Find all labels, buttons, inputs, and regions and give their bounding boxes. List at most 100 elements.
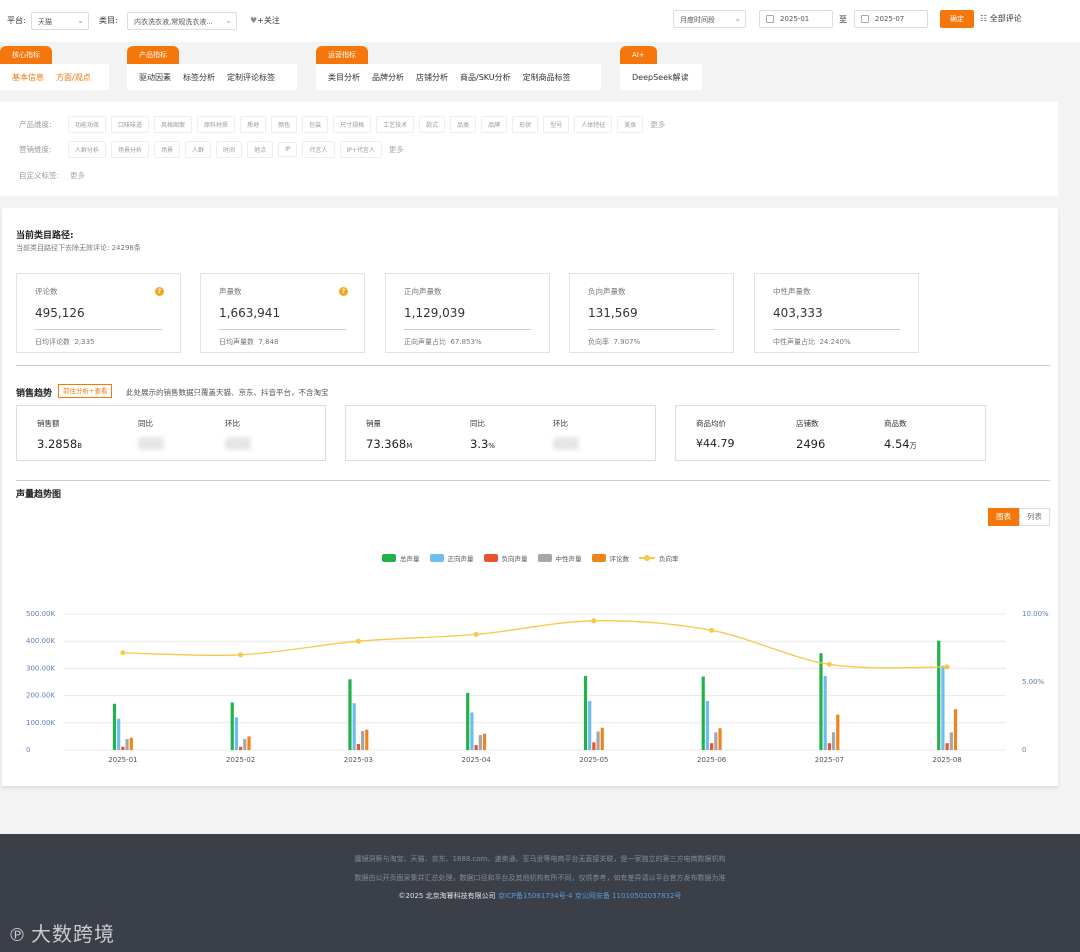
y2-tick-label: 5.00% [1022,678,1045,686]
dimension-chip[interactable]: 人体特征 [574,115,613,133]
chart-view-button[interactable]: 图表 [988,508,1019,526]
product-dimension-row: 产品维度: 功能功效 口味味道 风格图案 原料材质 质地 颜色 包装 尺寸规格 … [0,115,665,133]
dimension-chip[interactable]: 人群 [185,140,212,158]
bar-3 [239,746,243,750]
bar-4 [596,731,600,750]
nav-sku-analysis[interactable]: 商品/SKU分析 [460,72,511,83]
category-select[interactable]: 内衣洗衣液,常规洗衣液... ⌄ [127,12,237,30]
nav-drivers[interactable]: 驱动因素 [139,72,171,83]
negative-rate-point [709,627,715,633]
stat-sub: 日均评论数 2,335 [35,338,95,346]
nav-custom-review-tags[interactable]: 定制评论标签 [227,72,275,83]
police-link[interactable]: 京公网安备 11010502037832号 [575,892,682,900]
dimension-chip[interactable]: 功能功效 [68,115,107,133]
bar-4 [243,739,247,750]
platform-select[interactable]: 天猫 ⌄ [31,12,89,30]
dimension-chip[interactable]: 款式 [419,115,446,133]
dimension-chip[interactable]: 时间 [216,140,243,158]
more-link[interactable]: 更多 [70,170,85,181]
chevron-down-icon: ⌄ [77,16,84,25]
dimension-chip[interactable]: 地点 [247,140,274,158]
bar-2 [470,712,474,750]
bar-5 [953,709,958,750]
footer: 魔镜洞察与淘宝、天猫、京东、1688.com、速卖通、亚马逊等电商平台无直接关联… [0,834,1080,952]
filter-bar: 平台: 天猫 ⌄ 类目: 内衣洗衣液,常规洗衣液... ⌄ ♥+关注 月度时间段… [0,0,1080,42]
dimension-chip[interactable]: 颜色 [271,115,298,133]
bar-4 [360,730,365,750]
list-view-button[interactable]: 列表 [1019,508,1050,526]
chevron-down-icon: ⌄ [225,16,232,25]
bar-1 [348,679,352,750]
bar-2 [941,665,945,750]
icp-link[interactable]: 京ICP备15061734号-4 [498,892,573,900]
dimension-chip[interactable]: 原料材质 [197,115,236,133]
stat-label: 负向声量数 [588,287,626,296]
start-date-input[interactable]: 2025-01 [759,10,833,28]
dimension-chip[interactable]: 场景 [154,140,181,158]
follow-button[interactable]: ♥+关注 [250,15,280,26]
dimension-chip[interactable]: 口味味道 [111,115,150,133]
confirm-button[interactable]: 确定 [940,10,974,28]
bar-2 [234,717,239,750]
bar-2 [588,701,592,750]
help-icon[interactable]: ? [155,287,164,296]
dimension-chip[interactable]: 人群分析 [68,140,107,158]
negative-rate-point [120,650,126,656]
marketing-dimension-label: 营销维度: [19,144,52,154]
category-path-title: 当前类目路径: [16,231,74,241]
dimension-chip[interactable]: 品牌 [481,115,508,133]
more-link[interactable]: 更多 [389,144,404,155]
stat-card-neutral: 中性声量数 403,333 中性声量占比 24.240% [754,273,919,353]
dimension-chip[interactable]: 型号 [543,115,570,133]
calendar-icon [861,15,869,23]
calendar-icon [766,15,774,23]
nav-category-analysis[interactable]: 类目分析 [328,72,360,83]
divider [35,329,162,330]
dimension-chip[interactable]: 代言人 [302,140,335,158]
dimension-chip[interactable]: 风格图案 [154,115,193,133]
bar-4 [831,732,836,750]
all-reviews-button[interactable]: ☷ 全部评论 [980,13,1022,24]
dimension-chip[interactable]: 质地 [240,115,267,133]
help-icon[interactable]: ? [339,287,348,296]
negative-rate-point [238,652,244,658]
bar-1 [112,703,117,750]
bar-2 [352,703,356,750]
stat-card-negative: 负向声量数 131,569 负向率 7.907% [569,273,734,353]
sales-amount: 销售额 3.2858B [37,419,83,451]
dimension-chip[interactable]: 工艺技术 [376,115,415,133]
shop-count: 店铺数 2496 [796,419,826,451]
end-date-input[interactable]: 2025-07 [854,10,928,28]
dimension-chip[interactable]: 品类 [450,115,477,133]
nav-shop-analysis[interactable]: 店铺分析 [416,72,448,83]
goto-analysis-button[interactable]: 前往分析+查看 [58,384,113,398]
nav-deepseek[interactable]: DeepSeek解读 [632,72,689,83]
group-tag-ai: AI+ [620,46,657,64]
custom-tag-row: 自定义标签: 更多 [0,166,85,184]
dimension-chip[interactable]: 包装 [302,115,329,133]
dimension-chip[interactable]: 尺寸规格 [333,115,372,133]
bar-5 [247,736,251,750]
negative-rate-point [826,661,832,667]
stat-value: 403,333 [773,306,823,320]
nav-brand-analysis[interactable]: 品牌分析 [372,72,404,83]
dimension-chip[interactable]: IP [278,141,298,157]
nav-custom-product-tags[interactable]: 定制商品标签 [523,72,571,83]
more-link[interactable]: 更多 [650,119,665,130]
x-tick-label: 2025-05 [579,756,608,764]
dimension-chip[interactable]: 形状 [512,115,539,133]
dimension-chip[interactable]: 美食 [617,115,644,133]
dimension-chip[interactable]: 场景分析 [111,140,150,158]
bar-5 [836,714,840,750]
x-tick-label: 2025-02 [226,756,255,764]
negative-rate-line [122,620,948,669]
nav-tag-analysis[interactable]: 标签分析 [183,72,215,83]
blurred-value [225,437,251,450]
nav-aspect-opinion[interactable]: 方面/观点 [56,72,91,83]
bar-5 [482,733,487,750]
group-ops: 类目分析 品牌分析 店铺分析 商品/SKU分析 定制商品标签 [316,64,601,90]
blurred-value [138,437,164,450]
dimension-chip[interactable]: IP+代言人 [339,140,382,158]
nav-basic-info[interactable]: 基本信息 [12,72,44,83]
period-select[interactable]: 月度时间段 ⌄ [673,10,746,28]
